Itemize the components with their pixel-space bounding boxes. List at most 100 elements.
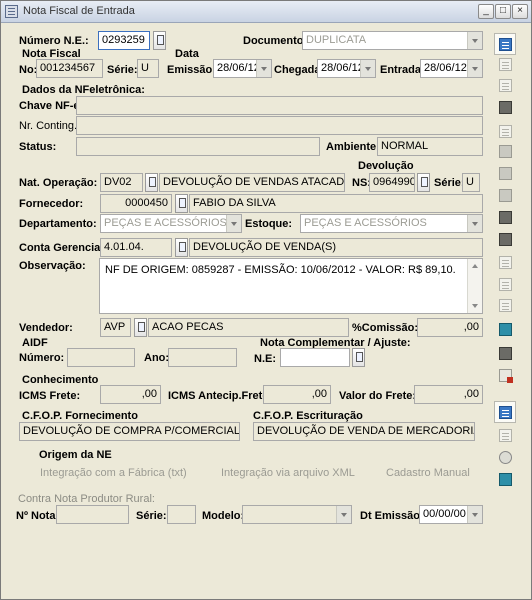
toolbar-transfer-button[interactable] (494, 318, 516, 340)
chevron-down-icon[interactable] (226, 215, 241, 232)
toolbar-import-button[interactable] (494, 401, 516, 423)
vendedor-name-field[interactable]: ACAO PECAS (148, 318, 349, 337)
aidf-numero-field[interactable] (67, 348, 135, 367)
chevron-down-icon[interactable] (336, 506, 351, 523)
observacao-scrollbar[interactable] (467, 259, 482, 313)
ambiente-label: Ambiente: (326, 141, 380, 153)
documento-select[interactable]: DUPLICATA (302, 31, 483, 50)
departamento-select[interactable]: PEÇAS E ACESSÓRIOS (100, 214, 242, 233)
toolbar-calculator-button[interactable] (494, 162, 516, 184)
no-label: No: (19, 64, 38, 76)
vendedor-code-field[interactable]: AVP (100, 318, 131, 337)
vendedor-search-icon[interactable] (134, 318, 147, 337)
edit-icon (499, 145, 512, 158)
toolbar-copy-button[interactable] (494, 294, 516, 316)
calculator-icon (499, 167, 512, 180)
estoque-select[interactable]: PEÇAS E ACESSÓRIOS (300, 214, 483, 233)
nota-numero-field[interactable]: 001234567 (36, 59, 103, 78)
toolbar-settings-button[interactable] (494, 446, 516, 468)
cfop-fornecimento-field[interactable]: DEVOLUÇÃO DE COMPRA P/COMERCIALIZAÇ (19, 422, 240, 441)
origem-fabrica-option[interactable]: Integração com a Fábrica (txt) (40, 467, 187, 479)
nat-operacao-search-icon[interactable] (145, 173, 158, 192)
toolbar-search-button[interactable] (494, 74, 516, 96)
ambiente-field[interactable]: NORMAL (377, 137, 483, 156)
nat-operacao-label: Nat. Operação: (19, 177, 98, 189)
maximize-button[interactable]: □ (495, 4, 511, 19)
toolbar-delete-button[interactable] (494, 184, 516, 206)
chevron-down-icon[interactable] (467, 215, 482, 232)
aidf-ano-field[interactable] (168, 348, 237, 367)
icms-antecip-field[interactable]: ,00 (263, 385, 331, 404)
complementar-ne-field[interactable] (280, 348, 350, 367)
produtor-modelo-select[interactable] (242, 505, 352, 524)
print-icon (499, 101, 512, 114)
chevron-down-icon[interactable] (467, 32, 482, 49)
ns-field[interactable]: 0964990 (369, 173, 415, 192)
chevron-down-icon[interactable] (256, 60, 271, 77)
cfop-escrituracao-field[interactable]: DEVOLUÇÃO DE VENDA DE MERCADORIAAD (253, 422, 475, 441)
window-title: Nota Fiscal de Entrada (23, 5, 135, 17)
scroll-down-icon[interactable] (468, 299, 482, 313)
comissao-field[interactable]: ,00 (417, 318, 483, 337)
toolbar-notes-button[interactable] (494, 120, 516, 142)
origem-ne-label: Origem da NE (39, 449, 112, 461)
produtor-serie-field[interactable] (167, 505, 196, 524)
book-icon (499, 256, 512, 269)
valor-frete-field[interactable]: ,00 (414, 385, 483, 404)
fornecedor-code-field[interactable]: 0000450 (100, 194, 172, 213)
toolbar-mail-button[interactable] (494, 424, 516, 446)
origem-manual-option[interactable]: Cadastro Manual (386, 467, 470, 479)
produtor-nota-field[interactable] (56, 505, 129, 524)
complementar-search-icon[interactable] (352, 348, 365, 367)
emissao-value: 28/06/12 (217, 62, 260, 74)
conta-gerencial-search-icon[interactable] (175, 238, 188, 257)
serie-field[interactable]: U (137, 59, 159, 78)
numero-ne-field[interactable]: 0293259 (98, 31, 150, 50)
notes-icon (499, 125, 512, 138)
chevron-down-icon[interactable] (467, 506, 482, 523)
toolbar-new-button[interactable] (494, 33, 516, 55)
toolbar-record-button[interactable] (494, 364, 516, 386)
origem-xml-option[interactable]: Integração via arquivo XML (221, 467, 355, 479)
observacao-textarea[interactable]: NF DE ORIGEM: 0859287 - EMISSÃO: 10/06/2… (99, 258, 483, 314)
toolbar-camera-button[interactable] (494, 342, 516, 364)
devolucao-serie-field[interactable]: U (462, 173, 480, 192)
nat-operacao-desc-field[interactable]: DEVOLUÇÃO DE VENDAS ATACADO (159, 173, 345, 192)
minimize-button[interactable]: _ (478, 4, 494, 19)
chevron-down-icon[interactable] (467, 60, 482, 77)
delete-icon (499, 189, 512, 202)
produtor-modelo-label: Modelo: (202, 510, 245, 522)
toolbar-export-button[interactable] (494, 228, 516, 250)
numero-ne-search-icon[interactable] (153, 31, 166, 50)
toolbar-list-button[interactable] (494, 53, 516, 75)
toolbar-print-button[interactable] (494, 96, 516, 118)
status-field[interactable] (76, 137, 320, 156)
nat-operacao-code-field[interactable]: DV02 (100, 173, 143, 192)
chegada-date-picker[interactable]: 28/06/12 (317, 59, 376, 78)
produtor-dt-emissao-picker[interactable]: 00/00/00 (419, 505, 483, 524)
exit-icon (499, 473, 512, 486)
conta-gerencial-desc-field[interactable]: DEVOLUÇÃO DE VENDA(S) (189, 238, 483, 257)
toolbar-book2-button[interactable] (494, 273, 516, 295)
chave-nfe-field[interactable] (76, 96, 483, 115)
scroll-up-icon[interactable] (468, 259, 482, 273)
ns-search-icon[interactable] (417, 173, 430, 192)
contingencia-field[interactable] (76, 116, 483, 135)
toolbar-exit-button[interactable] (494, 468, 516, 490)
toolbar-report-button[interactable] (494, 206, 516, 228)
fornecedor-name-field[interactable]: FABIO DA SILVA (189, 194, 483, 213)
toolbar-edit-button[interactable] (494, 140, 516, 162)
emissao-date-picker[interactable]: 28/06/12 (213, 59, 272, 78)
chevron-down-icon[interactable] (360, 60, 375, 77)
close-button[interactable]: × (512, 4, 528, 19)
devolucao-label: Devolução (358, 160, 414, 172)
toolbar-book-button[interactable] (494, 251, 516, 273)
conta-gerencial-code-field[interactable]: 4.01.04. (100, 238, 172, 257)
chegada-value: 28/06/12 (321, 62, 364, 74)
app-icon (5, 5, 18, 18)
departamento-label: Departamento: (19, 218, 97, 230)
fornecedor-search-icon[interactable] (175, 194, 188, 213)
entrada-date-picker[interactable]: 28/06/12 (420, 59, 483, 78)
icms-frete-field[interactable]: ,00 (100, 385, 161, 404)
new-record-icon (499, 38, 512, 51)
